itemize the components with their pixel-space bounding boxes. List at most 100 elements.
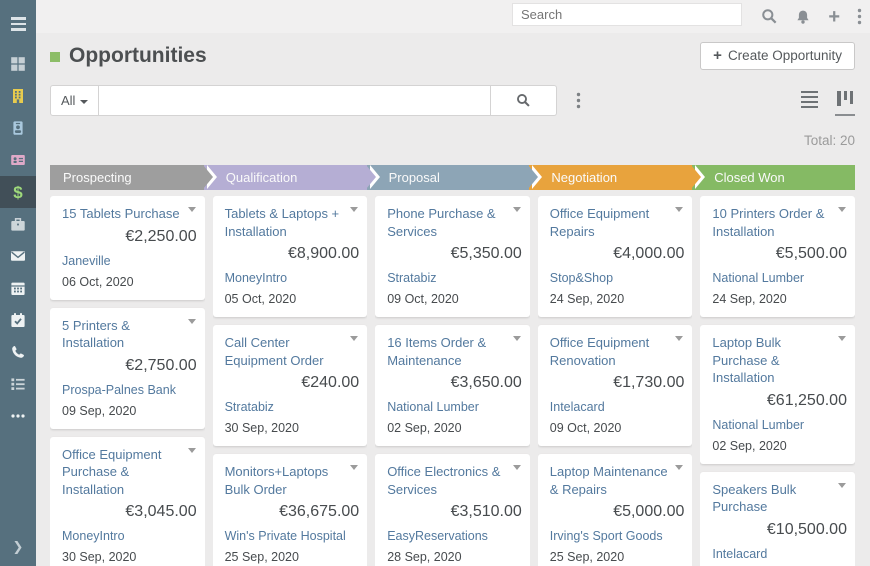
kanban-column-proposal: Phone Purchase & Services €5,350.00 Strata…: [375, 196, 530, 566]
opportunity-name-link[interactable]: Office Equipment Repairs: [550, 205, 682, 240]
card-menu-caret-icon[interactable]: [675, 207, 684, 212]
filter-scope-dropdown[interactable]: All: [50, 85, 100, 116]
opportunity-name-link[interactable]: 5 Printers & Installation: [62, 317, 194, 352]
card-menu-caret-icon[interactable]: [350, 207, 359, 212]
card-menu-caret-icon[interactable]: [675, 336, 684, 341]
opportunity-name-link[interactable]: Tablets & Laptops + Installation: [225, 205, 357, 240]
opportunity-name-link[interactable]: Phone Purchase & Services: [387, 205, 519, 240]
opportunity-card[interactable]: Office Electronics & Services €3,510.00 Ea…: [375, 454, 530, 566]
opportunity-name-link[interactable]: Laptop Maintenance & Repairs: [550, 463, 682, 498]
filter-search-input[interactable]: [99, 85, 492, 116]
search-icon[interactable]: [761, 8, 778, 25]
account-link[interactable]: Prospa-Palnes Bank: [62, 382, 194, 398]
list-icon: [801, 90, 819, 109]
account-link[interactable]: MoneyIntro: [62, 528, 194, 544]
opportunity-card[interactable]: 10 Printers Order & Installation €5,500.0…: [700, 196, 855, 317]
opportunity-card[interactable]: Phone Purchase & Services €5,350.00 Strata…: [375, 196, 530, 317]
account-link[interactable]: MoneyIntro: [225, 270, 357, 286]
opportunity-card[interactable]: Laptop Bulk Purchase & Installation €61,2…: [700, 325, 855, 464]
sidebar-item-tasks[interactable]: [0, 304, 36, 336]
briefcase-icon: [10, 216, 26, 232]
card-menu-caret-icon[interactable]: [350, 336, 359, 341]
opportunity-name-link[interactable]: 15 Tablets Purchase: [62, 205, 194, 223]
opportunity-card[interactable]: Call Center Equipment Order €240.00 Strata…: [212, 325, 368, 446]
opportunity-name-link[interactable]: Laptop Bulk Purchase & Installation: [712, 334, 844, 387]
opportunity-name-link[interactable]: Monitors+Laptops Bulk Order: [225, 463, 357, 498]
opportunity-card[interactable]: Tablets & Laptops + Installation €8,900.0…: [212, 196, 368, 317]
close-date: 09 Sep, 2020: [62, 403, 137, 418]
sidebar-item-leads[interactable]: [0, 144, 36, 176]
account-link[interactable]: National Lumber: [712, 270, 844, 286]
account-link[interactable]: Stratabiz: [225, 399, 357, 415]
close-date: 06 Oct, 2020: [62, 274, 134, 289]
card-menu-caret-icon[interactable]: [675, 465, 684, 470]
sidebar-collapse-chevron-icon[interactable]: ❯: [0, 528, 36, 566]
account-link[interactable]: EasyReservations: [387, 528, 519, 544]
card-menu-caret-icon[interactable]: [837, 482, 846, 488]
opportunity-card[interactable]: Monitors+Laptops Bulk Order €36,675.00 Win…: [212, 454, 368, 566]
account-link[interactable]: Intelacard: [550, 399, 682, 415]
kebab-menu-icon[interactable]: [857, 8, 862, 25]
plus-icon[interactable]: +: [828, 7, 840, 27]
opportunity-name-link[interactable]: 10 Printers Order & Installation: [712, 205, 844, 240]
sidebar-item-opportunities[interactable]: $: [0, 176, 36, 208]
opportunity-name-link[interactable]: Office Equipment Purchase & Installation: [62, 446, 194, 499]
create-opportunity-button[interactable]: + Create Opportunity: [700, 41, 855, 70]
close-date: 24 Sep, 2020: [712, 292, 787, 306]
card-menu-caret-icon[interactable]: [187, 207, 196, 212]
account-link[interactable]: Janeville: [62, 253, 194, 269]
close-date: 30 Sep, 2020: [62, 550, 137, 564]
opportunity-card[interactable]: Office Equipment Renovation €1,730.00 Inte…: [537, 325, 693, 446]
card-menu-caret-icon[interactable]: [512, 207, 521, 212]
sidebar-item-cases[interactable]: [0, 208, 36, 240]
account-link[interactable]: Intelacard: [712, 546, 844, 562]
account-link[interactable]: Win's Private Hospital: [225, 528, 357, 544]
opportunity-card[interactable]: Office Equipment Purchase & Installation…: [50, 436, 205, 566]
opportunity-card[interactable]: 15 Tablets Purchase €2,250.00 Janeville 06 …: [50, 196, 205, 300]
hamburger-menu-icon[interactable]: [0, 0, 36, 48]
account-link[interactable]: Irving's Sport Goods: [550, 528, 682, 544]
sidebar-item-more[interactable]: [0, 400, 36, 432]
calendar-check-icon: [10, 312, 26, 328]
opportunity-name-link[interactable]: Speakers Bulk Purchase: [712, 481, 844, 516]
opportunity-card[interactable]: Speakers Bulk Purchase €10,500.00 Intelaca…: [700, 471, 855, 566]
filter-options-kebab-icon[interactable]: [557, 85, 599, 116]
opportunity-amount: €3,650.00: [450, 374, 522, 391]
bell-icon[interactable]: [795, 9, 811, 25]
sidebar-item-emails[interactable]: [0, 240, 36, 272]
opportunity-card[interactable]: Office Equipment Repairs €4,000.00 Stop&Sh…: [537, 196, 693, 317]
opportunity-name-link[interactable]: Call Center Equipment Order: [225, 334, 357, 369]
sidebar-item-contacts[interactable]: [0, 112, 36, 144]
card-menu-caret-icon[interactable]: [187, 447, 196, 453]
opportunity-name-link[interactable]: Office Electronics & Services: [387, 463, 519, 498]
opportunity-card[interactable]: 5 Printers & Installation €2,750.00 Prospa…: [50, 307, 205, 429]
card-menu-caret-icon[interactable]: [512, 336, 521, 341]
opportunity-name-link[interactable]: Office Equipment Renovation: [550, 334, 682, 369]
stage-header-prospecting: Prospecting: [50, 165, 217, 190]
opportunity-name-link[interactable]: 16 Items Order & Maintenance: [387, 334, 519, 369]
sidebar-item-calendar[interactable]: [0, 272, 36, 304]
global-search-input[interactable]: [512, 3, 742, 26]
sidebar-item-accounts[interactable]: [0, 80, 36, 112]
list-view-toggle[interactable]: [799, 87, 820, 117]
account-link[interactable]: Stop&Shop: [550, 270, 682, 286]
card-menu-caret-icon[interactable]: [837, 336, 846, 341]
account-link[interactable]: National Lumber: [712, 417, 844, 433]
close-date: 09 Oct, 2020: [549, 421, 622, 435]
kanban-view-toggle[interactable]: [835, 87, 855, 116]
envelope-icon: [10, 248, 26, 264]
opportunity-card[interactable]: 16 Items Order & Maintenance €3,650.00 Nat…: [375, 325, 530, 446]
filter-search-button[interactable]: [491, 85, 558, 116]
opportunity-card[interactable]: Laptop Maintenance & Repairs €5,000.00 Irv…: [537, 454, 693, 566]
account-link[interactable]: National Lumber: [387, 399, 519, 415]
account-link[interactable]: Stratabiz: [387, 270, 519, 286]
checklist-icon: [10, 376, 26, 392]
sidebar-item-stream[interactable]: [0, 368, 36, 400]
card-menu-caret-icon[interactable]: [837, 207, 846, 212]
sidebar-item-dashboard[interactable]: [0, 48, 36, 80]
kanban-stage-header-row: Prospecting Qualification Proposal Negotiat…: [50, 165, 855, 190]
card-menu-caret-icon[interactable]: [512, 465, 521, 470]
sidebar-item-calls[interactable]: [0, 336, 36, 368]
card-menu-caret-icon[interactable]: [187, 318, 196, 324]
card-menu-caret-icon[interactable]: [350, 465, 359, 470]
